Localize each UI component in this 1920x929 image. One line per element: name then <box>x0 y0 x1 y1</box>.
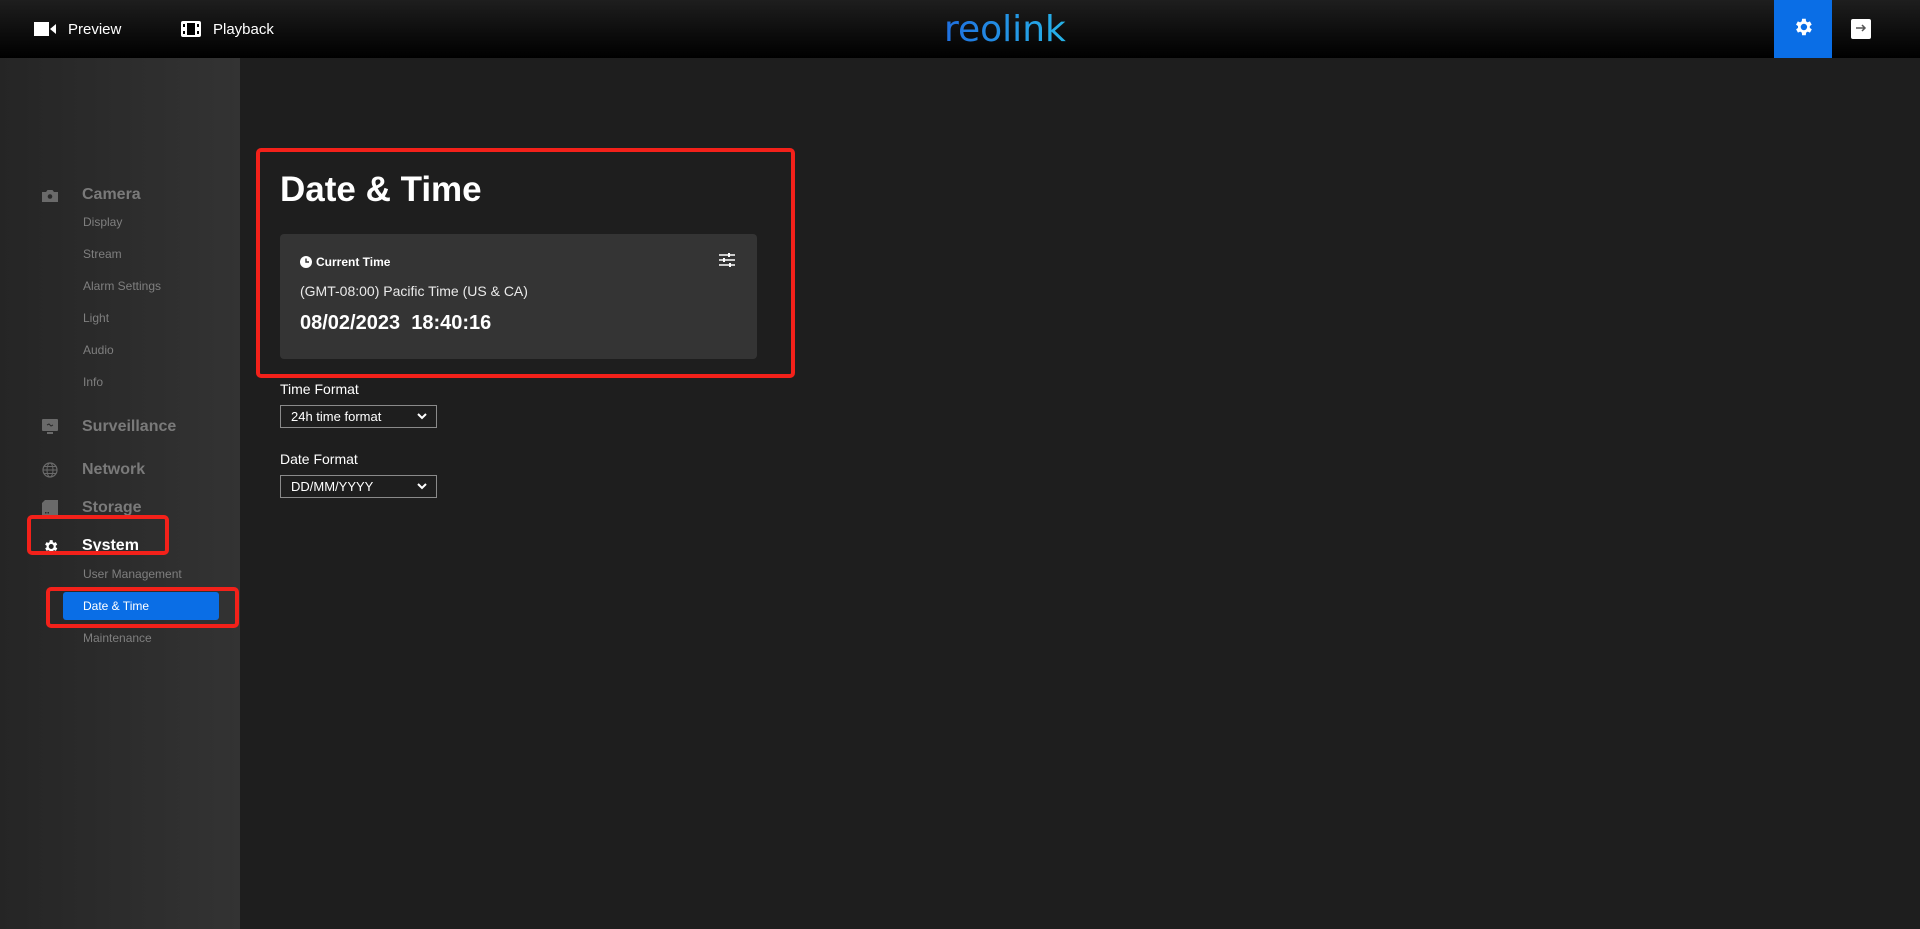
monitor-icon <box>41 418 59 436</box>
page-title: Date & Time <box>280 170 482 209</box>
sidebar-item-user-management[interactable]: User Management <box>83 567 182 581</box>
current-time-heading: Current Time <box>300 255 390 269</box>
time-format-value: 24h time format <box>291 409 382 424</box>
current-datetime: 08/02/2023 18:40:16 <box>300 312 492 334</box>
sidebar-item-alarm-settings[interactable]: Alarm Settings <box>83 279 161 293</box>
timezone-text: (GMT-08:00) Pacific Time (US & CA) <box>300 283 528 299</box>
logo-text: reolink <box>944 9 1066 48</box>
video-camera-icon <box>34 22 56 36</box>
nav-playback[interactable]: Playback <box>181 0 274 58</box>
logout-button[interactable] <box>1851 19 1871 39</box>
chevron-down-icon <box>417 406 427 433</box>
date-format-value: DD/MM/YYYY <box>291 479 374 494</box>
nav-preview[interactable]: Preview <box>34 0 121 58</box>
sidebar-item-date-time[interactable]: Date & Time <box>63 592 219 620</box>
nav-preview-label: Preview <box>68 20 122 38</box>
sliders-icon <box>719 253 735 271</box>
current-time-label: Current Time <box>316 255 391 269</box>
time-format-label: Time Format <box>280 381 359 397</box>
sidebar-section-label: Camera <box>82 186 141 203</box>
clock-icon <box>300 256 312 268</box>
sidebar-item-display[interactable]: Display <box>83 215 122 229</box>
current-time-card: Current Time (GMT-08:00) Pacific Time (U… <box>280 234 757 359</box>
sidebar-item-stream[interactable]: Stream <box>83 247 122 261</box>
sidebar-section-surveillance[interactable]: Surveillance <box>0 417 240 437</box>
date-format-select[interactable]: DD/MM/YYYY <box>280 475 437 498</box>
sidebar-section-label: Storage <box>82 499 142 516</box>
time-settings-button[interactable] <box>719 253 735 272</box>
sidebar-item-info[interactable]: Info <box>83 375 103 389</box>
chevron-down-icon <box>417 476 427 503</box>
sidebar-item-maintenance[interactable]: Maintenance <box>83 631 152 645</box>
sidebar-item-light[interactable]: Light <box>83 311 109 325</box>
film-icon <box>181 21 201 37</box>
camera-icon <box>41 186 59 204</box>
logout-icon <box>1855 20 1867 38</box>
reolink-logo: reolink <box>944 9 1066 48</box>
date-format-label: Date Format <box>280 451 358 467</box>
time-format-select[interactable]: 24h time format <box>280 405 437 428</box>
top-bar: Preview Playback reolink <box>0 0 1920 58</box>
sidebar-section-storage[interactable]: Storage <box>0 498 240 518</box>
sidebar: Camera Display Stream Alarm Settings Lig… <box>0 58 240 929</box>
gear-icon <box>1792 16 1814 43</box>
sidebar-section-network[interactable]: Network <box>0 460 240 480</box>
gear-icon <box>41 537 59 555</box>
settings-button[interactable] <box>1774 0 1832 58</box>
sidebar-item-audio[interactable]: Audio <box>83 343 114 357</box>
sidebar-section-label: System <box>82 537 139 554</box>
storage-icon <box>41 499 59 517</box>
nav-playback-label: Playback <box>213 20 274 38</box>
sidebar-section-camera[interactable]: Camera <box>0 185 240 205</box>
sidebar-section-system[interactable]: System <box>0 536 240 556</box>
sidebar-section-label: Surveillance <box>82 418 177 435</box>
globe-icon <box>41 461 59 479</box>
sidebar-section-label: Network <box>82 461 146 478</box>
